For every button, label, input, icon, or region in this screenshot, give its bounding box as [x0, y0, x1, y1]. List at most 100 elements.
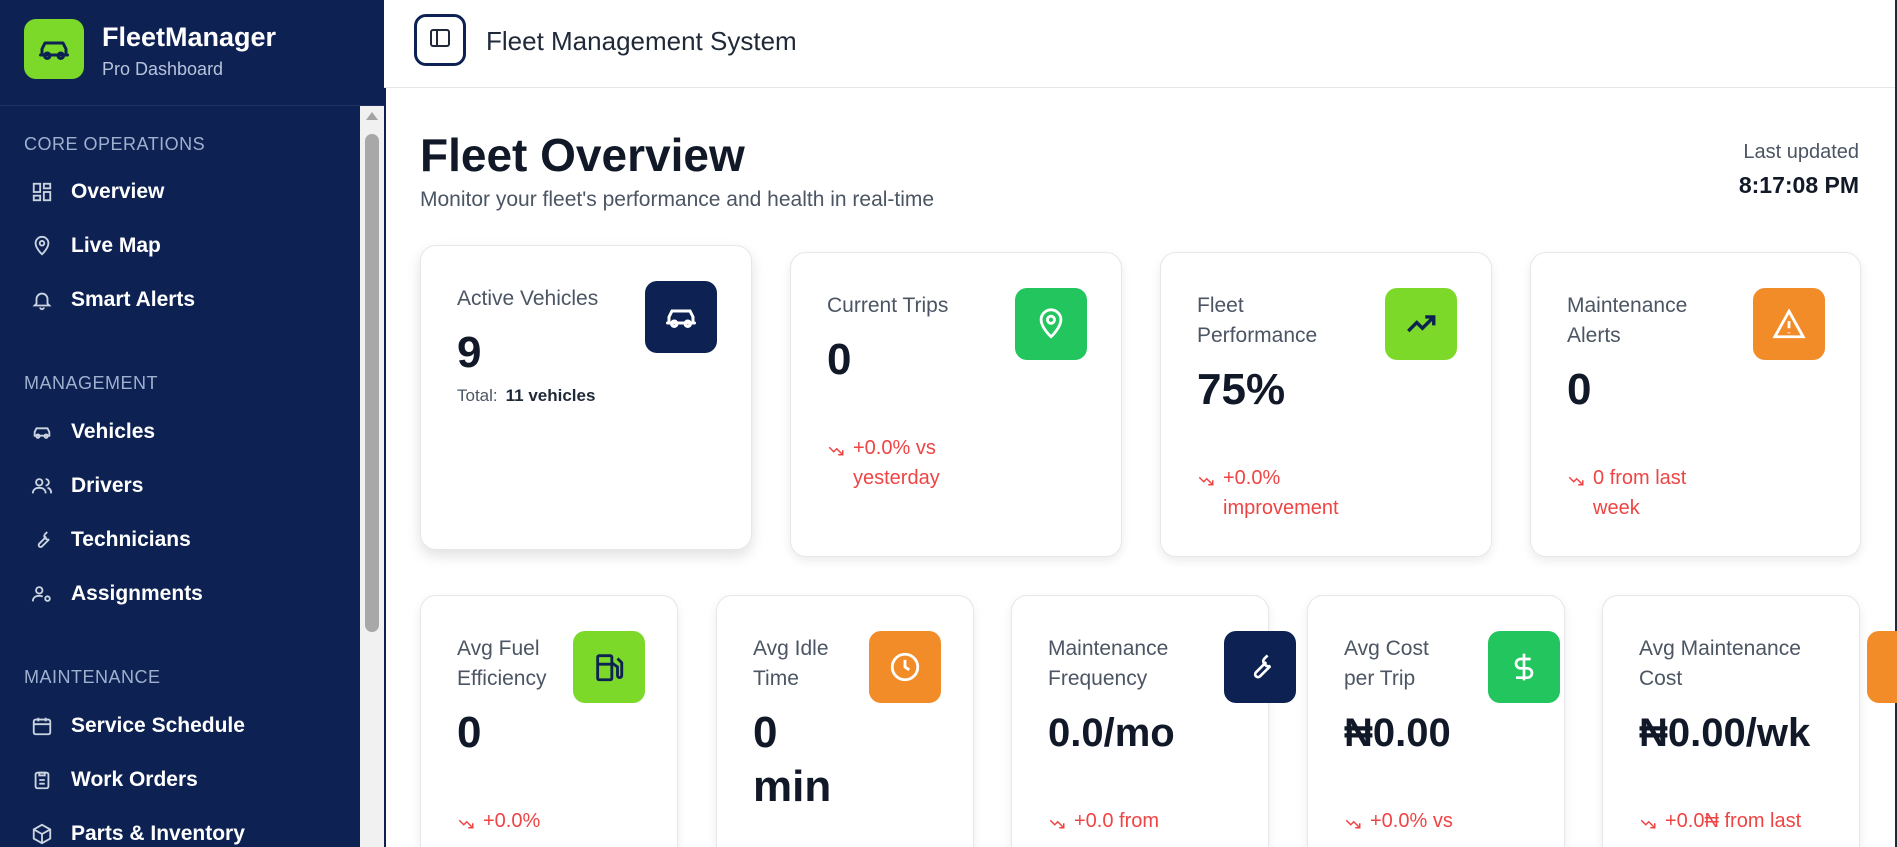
sidebar-item-label: Parts & Inventory: [71, 822, 245, 845]
trending-down-icon: [827, 439, 849, 493]
stat-label: Fleet Performance: [1197, 294, 1318, 347]
stat-label: Active Vehicles: [457, 287, 599, 310]
sidebar-item-drivers[interactable]: Drivers: [18, 464, 348, 508]
stat-value: ₦0.00/wk: [1639, 711, 1811, 755]
stat-label: Avg Fuel Efficiency: [457, 637, 547, 690]
brand-subtitle: Pro Dashboard: [102, 59, 224, 79]
sidebar-item-label: Technicians: [71, 528, 191, 551]
stat-value: 0: [1567, 365, 1592, 414]
stat-label: Maintenance Frequency: [1048, 637, 1169, 690]
sidebar-item-technicians[interactable]: Technicians: [18, 518, 348, 562]
stat-card-avg-maintenance-cost[interactable]: Avg Maintenance Cost ₦0.00/wk +0.0₦ from…: [1602, 595, 1897, 847]
page-subtitle: Monitor your fleet's performance and hea…: [420, 188, 935, 211]
stat-total-value: 11 vehicles: [505, 386, 596, 405]
scroll-up-arrow-icon[interactable]: [366, 112, 378, 120]
stat-trend: 0 from last week: [1567, 463, 1737, 523]
brand: FleetManager Pro Dashboard: [0, 0, 384, 106]
sidebar-item-live-map[interactable]: Live Map: [18, 224, 348, 268]
tool-icon: [1867, 631, 1897, 703]
warning-icon: [1753, 288, 1825, 360]
car-icon: [645, 281, 717, 353]
sidebar-item-smart-alerts[interactable]: Smart Alerts: [18, 278, 348, 322]
stat-card-avg-idle-time[interactable]: Avg Idle Time 0 min: [716, 595, 974, 847]
car-icon: [30, 420, 54, 444]
sidebar-toggle-icon: [428, 26, 452, 55]
map-pin-icon: [30, 234, 54, 258]
users-icon: [30, 474, 54, 498]
stat-value: 0: [457, 708, 482, 757]
stat-label: Avg Idle Time: [753, 637, 829, 690]
stat-value: 75%: [1197, 365, 1286, 414]
stat-card-avg-cost-per-trip[interactable]: Avg Cost per Trip ₦0.00 +0.0% vs: [1307, 595, 1565, 847]
stat-card-current-trips[interactable]: Current Trips 0 +0.0% vs yesterday: [790, 252, 1122, 557]
page-title: Fleet Overview: [420, 129, 745, 181]
clock-icon: [869, 631, 941, 703]
grid-icon: [30, 180, 54, 204]
wrench-icon: [30, 528, 54, 552]
last-updated-time: 8:17:08 PM: [1738, 172, 1859, 198]
sidebar-item-label: Live Map: [71, 234, 161, 257]
trending-down-icon: [1048, 812, 1070, 842]
scroll-thumb[interactable]: [365, 134, 379, 632]
nav-section-management: MANAGEMENT: [24, 373, 159, 393]
trending-down-icon: [1344, 812, 1366, 842]
trending-down-icon: [457, 812, 479, 842]
nav-section-core-operations: CORE OPERATIONS: [24, 134, 206, 154]
nav-section-maintenance: MAINTENANCE: [24, 667, 161, 687]
sidebar-item-parts-inventory[interactable]: Parts & Inventory: [18, 812, 348, 847]
sidebar: FleetManager Pro Dashboard CORE OPERATIO…: [0, 0, 384, 847]
stat-label: Maintenance Alerts: [1567, 294, 1688, 347]
sidebar-item-label: Drivers: [71, 474, 144, 497]
sidebar-item-label: Vehicles: [71, 420, 156, 443]
stat-label: Avg Cost per Trip: [1344, 637, 1429, 690]
top-header: Fleet Management System: [384, 0, 1897, 88]
map-pin-icon: [1015, 288, 1087, 360]
stat-trend: +0.0₦ from last: [1639, 806, 1801, 842]
trending-up-icon: [1385, 288, 1457, 360]
stat-value: ₦0.00: [1344, 711, 1451, 755]
sidebar-item-service-schedule[interactable]: Service Schedule: [18, 704, 348, 748]
stat-label: Avg Maintenance Cost: [1639, 637, 1801, 690]
stat-card-active-vehicles[interactable]: Active Vehicles 9 Total: 11 vehicles: [420, 245, 752, 550]
stat-trend: +0.0% vs yesterday: [827, 433, 1027, 493]
stat-total-label: Total:: [457, 386, 498, 405]
sidebar-scrollbar[interactable]: [360, 106, 384, 847]
sidebar-item-label: Service Schedule: [71, 714, 245, 737]
sidebar-toggle-button[interactable]: [414, 14, 466, 66]
clipboard-icon: [30, 768, 54, 792]
stat-value: 9: [457, 328, 482, 377]
stat-card-maintenance-alerts[interactable]: Maintenance Alerts 0 0 from last week: [1530, 252, 1861, 557]
stat-card-maintenance-frequency[interactable]: Maintenance Frequency 0.0/mo +0.0 from: [1011, 595, 1296, 847]
stat-trend: +0.0%: [457, 806, 540, 842]
sidebar-item-label: Overview: [71, 180, 165, 203]
stat-value: 0 min: [753, 708, 832, 811]
sidebar-item-work-orders[interactable]: Work Orders: [18, 758, 348, 802]
user-cog-icon: [30, 582, 54, 606]
header-title: Fleet Management System: [486, 26, 797, 56]
bell-icon: [30, 288, 54, 312]
stat-value: 0.0/mo: [1048, 711, 1175, 755]
trending-down-icon: [1639, 812, 1661, 842]
trending-down-icon: [1197, 469, 1219, 523]
stat-card-fleet-performance[interactable]: Fleet Performance 75% +0.0% improvement: [1160, 252, 1492, 557]
stat-card-avg-fuel-efficiency[interactable]: Avg Fuel Efficiency 0 +0.0%: [420, 595, 678, 847]
sidebar-item-label: Work Orders: [71, 768, 198, 791]
stat-label: Current Trips: [827, 294, 949, 317]
wrench-icon: [1224, 631, 1296, 703]
sidebar-item-label: Smart Alerts: [71, 288, 196, 311]
box-icon: [30, 822, 54, 846]
sidebar-item-assignments[interactable]: Assignments: [18, 572, 348, 616]
fuel-icon: [573, 631, 645, 703]
stat-value: 0: [827, 335, 852, 384]
brand-name: FleetManager: [102, 22, 277, 52]
trending-down-icon: [1567, 469, 1589, 523]
stat-trend: +0.0% improvement: [1197, 463, 1397, 523]
content-border: [384, 88, 386, 847]
stat-trend: +0.0 from: [1048, 806, 1159, 842]
sidebar-item-overview[interactable]: Overview: [18, 170, 348, 214]
sidebar-item-vehicles[interactable]: Vehicles: [18, 410, 348, 454]
sidebar-item-label: Assignments: [71, 582, 203, 605]
sidebar-nav: CORE OPERATIONS Overview Live Map Smart …: [0, 108, 360, 847]
stat-total: Total: 11 vehicles: [457, 386, 595, 406]
calendar-icon: [30, 714, 54, 738]
